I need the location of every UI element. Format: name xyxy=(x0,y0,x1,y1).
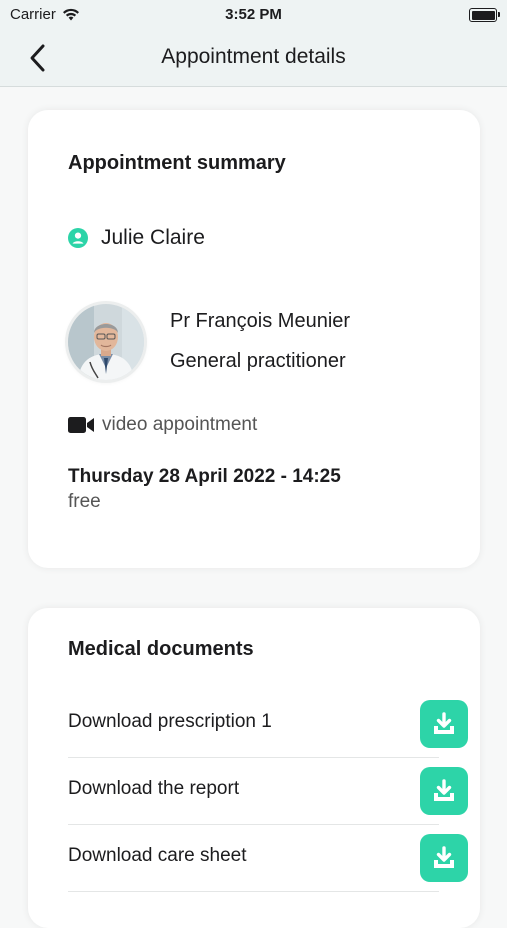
download-icon xyxy=(434,846,454,868)
status-time: 3:52 PM xyxy=(225,6,282,23)
video-camera-icon xyxy=(68,417,94,433)
summary-title: Appointment summary xyxy=(68,152,286,174)
page-title: Appointment details xyxy=(161,45,346,68)
appointment-summary-card: Appointment summary Julie Claire Pr Fran… xyxy=(28,110,480,568)
appointment-type: video appointment xyxy=(102,414,258,435)
doctor-avatar xyxy=(68,304,144,380)
doctor-specialty: General practitioner xyxy=(170,350,346,372)
document-label[interactable]: Download the report xyxy=(68,778,239,800)
user-icon xyxy=(68,228,88,248)
medical-documents-card: Medical documents Download prescription … xyxy=(28,608,480,928)
navigation-bar: Appointment details xyxy=(0,30,507,87)
patient-row: Julie Claire xyxy=(68,226,205,250)
document-row-prescription: Download prescription 1 xyxy=(68,690,468,758)
appointment-datetime: Thursday 28 April 2022 - 14:25 xyxy=(68,466,341,487)
document-row-care-sheet: Download care sheet xyxy=(68,824,468,892)
document-label[interactable]: Download prescription 1 xyxy=(68,711,272,733)
document-row-report: Download the report xyxy=(68,757,468,825)
download-report-button[interactable] xyxy=(420,767,468,815)
appointment-price: free xyxy=(68,491,101,512)
download-icon xyxy=(434,712,454,734)
documents-title: Medical documents xyxy=(68,638,254,660)
status-bar: Carrier 3:52 PM xyxy=(0,0,507,30)
appointment-type-row: video appointment xyxy=(68,414,257,436)
document-label[interactable]: Download care sheet xyxy=(68,845,247,867)
patient-name: Julie Claire xyxy=(101,226,205,249)
download-icon xyxy=(434,779,454,801)
doctor-name: Pr François Meunier xyxy=(170,310,351,332)
battery-icon xyxy=(469,8,500,22)
download-care-sheet-button[interactable] xyxy=(420,834,468,882)
doctor-photo xyxy=(68,304,144,380)
download-prescription-button[interactable] xyxy=(420,700,468,748)
